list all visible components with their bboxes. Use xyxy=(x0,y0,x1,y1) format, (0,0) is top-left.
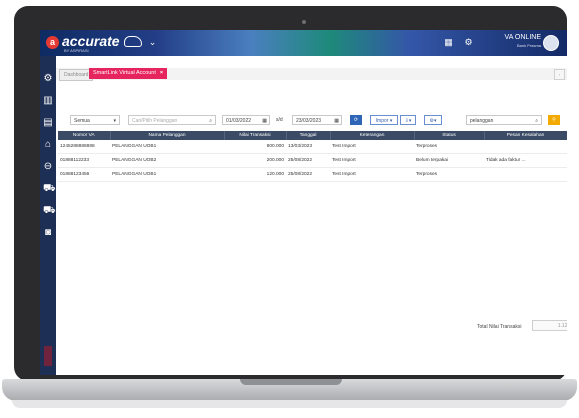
filter-button[interactable]: ⚲ xyxy=(548,115,560,125)
cart-icon[interactable]: ⛟ xyxy=(43,184,56,194)
chevron-down-icon[interactable]: ⌄ xyxy=(148,38,157,47)
search-icon[interactable]: ⌕ xyxy=(535,116,538,126)
cell-amount: 120.000 xyxy=(224,167,286,182)
calendar-icon[interactable]: ▦ xyxy=(334,116,339,126)
inventory-icon[interactable]: ⛟ xyxy=(43,206,56,216)
export-button[interactable]: ⇩▾ xyxy=(400,115,416,125)
laptop-base xyxy=(2,379,577,401)
user-info[interactable]: VA ONLINE Bank Prasma xyxy=(505,34,541,50)
search-value: pelanggan xyxy=(470,118,494,124)
settings-icon[interactable]: ⚙ xyxy=(43,74,53,84)
date-separator: s/d xyxy=(276,117,283,123)
cell-description: Test Import xyxy=(330,167,414,182)
column-header[interactable]: Nilai Transaksi xyxy=(224,131,287,140)
cell-date: 25/08/2022 xyxy=(286,153,330,168)
column-header[interactable]: Pesan Kesalahan xyxy=(484,131,567,140)
cell-va-number: 1245288888888 xyxy=(58,140,110,154)
tab-bar: Dashboard SmartLink Virtual Account × › xyxy=(56,68,567,81)
cell-customer: PELANGGAN UOB2 xyxy=(110,153,224,168)
date-from-value: 01/03/2022 xyxy=(226,118,252,124)
app-screen: a accurate BY ASPIRASI ⌄ ▦ ⚙ VA ONLINE B… xyxy=(40,30,567,375)
column-header[interactable]: Nama Pelanggan xyxy=(110,131,225,140)
cell-customer: PELANGGAN UOB1 xyxy=(110,140,224,154)
column-header[interactable]: Status xyxy=(414,131,485,140)
sales-icon[interactable]: ⊖ xyxy=(43,162,53,172)
settings-menu-button[interactable]: ⚙▾ xyxy=(424,115,442,125)
date-from-input[interactable]: 01/03/2022 ▦ xyxy=(222,115,270,125)
settings-icon[interactable]: ⚙ xyxy=(464,38,473,47)
virtual-account-table: Nomor VA Nama Pelanggan Nilai Transaksi … xyxy=(58,131,567,182)
cell-date: 13/03/2023 xyxy=(286,140,330,154)
top-app-bar: a accurate BY ASPIRASI ⌄ ▦ ⚙ VA ONLINE B… xyxy=(40,30,567,56)
cell-error xyxy=(484,140,567,154)
table-row[interactable]: 1245288888888 PELANGGAN UOB1 800.000 13/… xyxy=(58,140,567,154)
tab-label: SmartLink Virtual Account xyxy=(93,70,156,76)
ledger-icon[interactable]: ▤ xyxy=(43,118,53,128)
tab-scroll-icon[interactable]: › xyxy=(554,69,565,80)
company-icon[interactable]: ▥ xyxy=(43,96,53,106)
table-header-row: Nomor VA Nama Pelanggan Nilai Transaksi … xyxy=(58,131,567,140)
status-value: Semua xyxy=(74,118,90,124)
bank-icon[interactable]: ⌂ xyxy=(43,140,53,150)
date-to-value: 23/03/2023 xyxy=(296,118,322,124)
logo-icon: a xyxy=(46,36,59,49)
cell-amount: 800.000 xyxy=(224,140,286,154)
calendar-icon[interactable]: ▦ xyxy=(262,116,267,126)
chevron-down-icon: ▾ xyxy=(113,118,116,124)
customer-placeholder: Cari/Pilih Pelanggan xyxy=(132,118,178,124)
cell-date: 25/08/2022 xyxy=(286,167,330,182)
table-row[interactable]: 01888112233 PELANGGAN UOB2 200.000 25/08… xyxy=(58,153,567,168)
cell-va-number: 01888112233 xyxy=(58,153,110,168)
logo-subtitle: BY ASPIRASI xyxy=(64,48,89,53)
sidebar-brand-strip xyxy=(44,346,52,366)
user-label: VA ONLINE xyxy=(504,34,541,41)
cell-error: Tidak ada faktur ... xyxy=(484,153,567,168)
column-header[interactable]: Nomor VA xyxy=(58,131,111,140)
sidebar: ⚙ ▥ ▤ ⌂ ⊖ ⛟ ⛟ ◙ xyxy=(40,56,56,375)
report-icon[interactable]: ◙ xyxy=(43,228,53,238)
laptop-lid: a accurate BY ASPIRASI ⌄ ▦ ⚙ VA ONLINE B… xyxy=(14,6,567,381)
import-button[interactable]: Impor ▾ xyxy=(370,115,398,125)
total-label: Total Nilai Transaksi xyxy=(477,324,522,330)
cell-error xyxy=(484,167,567,182)
cell-status: Belum terpakai xyxy=(414,153,484,168)
refresh-button[interactable]: ⟳ xyxy=(350,115,362,125)
cell-va-number: 01888123456 xyxy=(58,167,110,182)
customer-input[interactable]: Cari/Pilih Pelanggan ⌕ xyxy=(128,115,216,125)
column-header[interactable]: Keterangan xyxy=(330,131,415,140)
user-sub: Bank Prasma xyxy=(516,43,541,48)
cell-amount: 200.000 xyxy=(224,153,286,168)
avatar[interactable] xyxy=(543,35,559,51)
app-logo[interactable]: accurate xyxy=(62,33,120,49)
cell-status: Terproses xyxy=(414,167,484,182)
cell-customer: PELANGGAN UOB1 xyxy=(110,167,224,182)
column-header[interactable]: Tanggal xyxy=(286,131,331,140)
laptop-shadow xyxy=(12,400,567,408)
search-input[interactable]: pelanggan ⌕ xyxy=(466,115,542,125)
close-icon[interactable]: × xyxy=(160,70,163,76)
date-to-input[interactable]: 23/03/2023 ▦ xyxy=(292,115,342,125)
status-select[interactable]: Semua ▾ xyxy=(70,115,120,125)
import-label: Impor xyxy=(375,118,389,124)
tab-smartlink-virtual-account[interactable]: SmartLink Virtual Account × xyxy=(89,68,168,79)
table-row[interactable]: 01888123456 PELANGGAN UOB1 120.000 25/08… xyxy=(58,167,567,182)
calculator-icon[interactable]: ▦ xyxy=(444,38,453,47)
cell-description: Test Import xyxy=(330,140,414,154)
cloud-icon[interactable] xyxy=(124,36,142,47)
laptop-notch xyxy=(240,379,342,385)
cell-description: Test Import xyxy=(330,153,414,168)
camera-icon xyxy=(302,20,306,24)
search-icon[interactable]: ⌕ xyxy=(209,116,212,126)
cell-status: Terproses xyxy=(414,140,484,154)
total-value: 1.120.000 xyxy=(532,320,567,331)
